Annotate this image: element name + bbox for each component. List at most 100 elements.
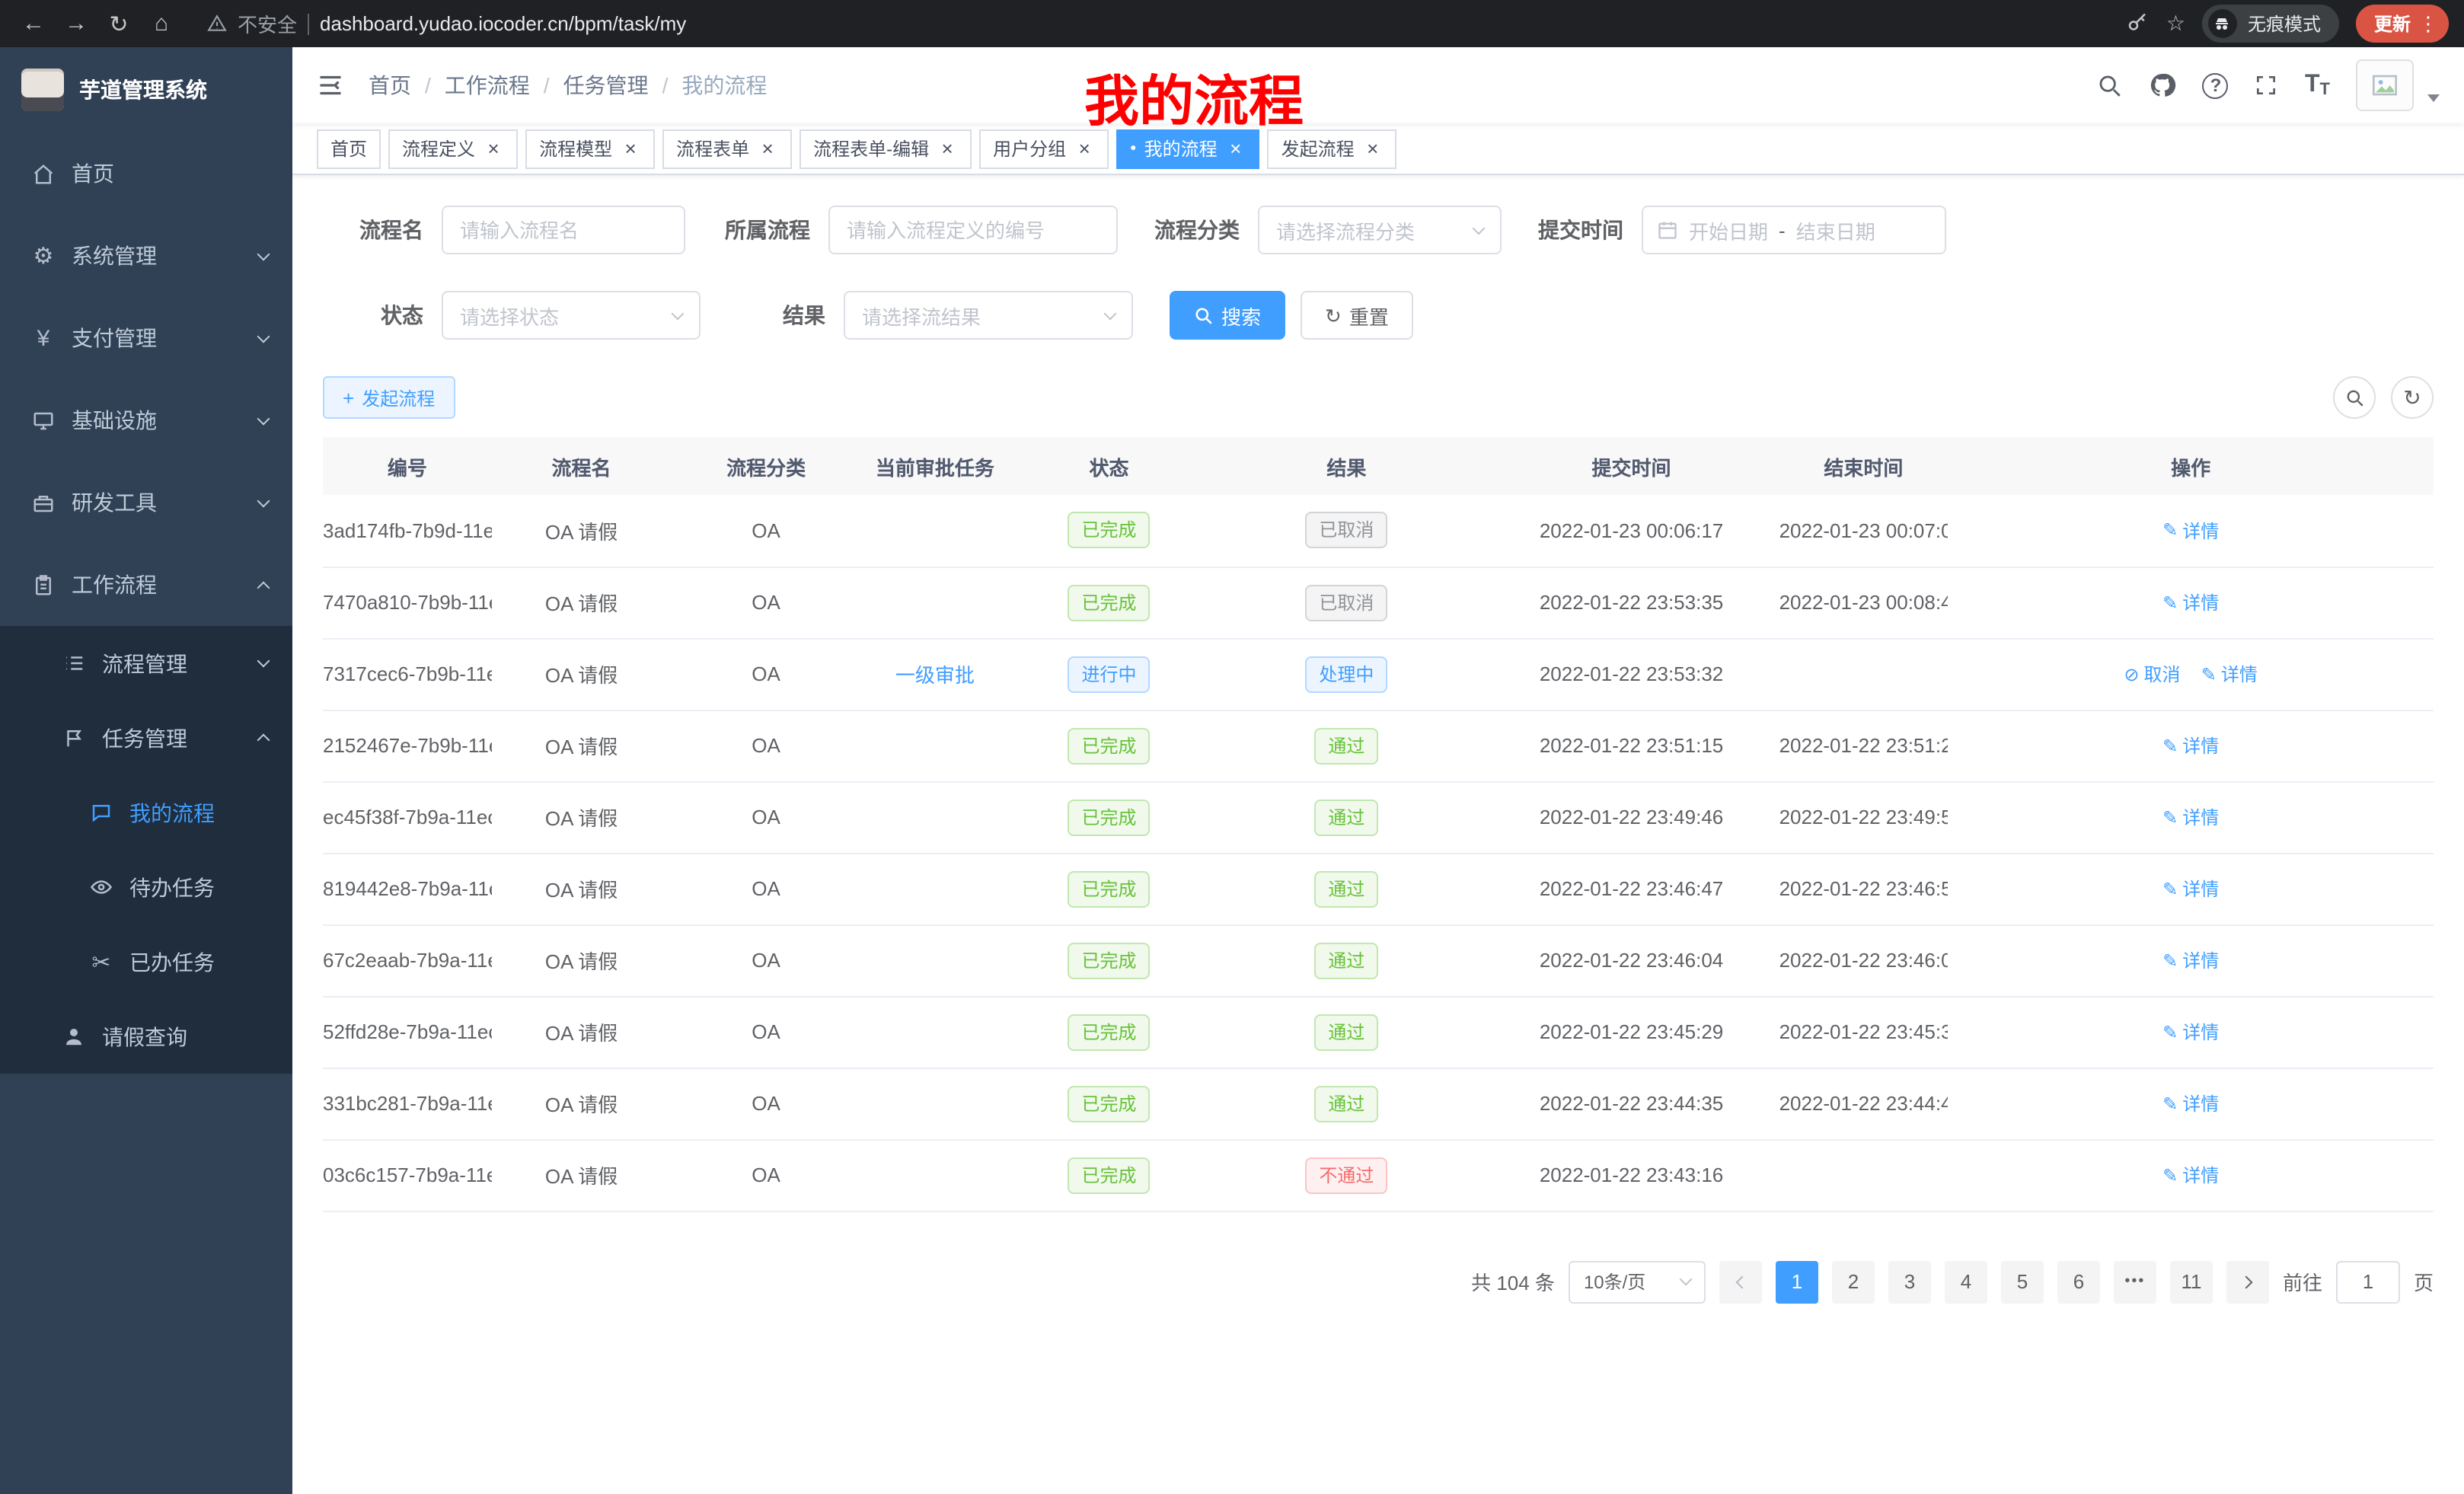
status-select[interactable]: 请选择状态 [442, 291, 701, 340]
sidebar-item-payment[interactable]: ¥ 支付管理 [0, 297, 292, 379]
sidebar-item-home[interactable]: 首页 [0, 132, 292, 215]
browser-forward-icon[interactable]: → [58, 5, 94, 42]
tab[interactable]: 流程定义 × [388, 129, 518, 168]
sidebar-item-system[interactable]: ⚙ 系统管理 [0, 215, 292, 297]
bookmark-star-icon[interactable]: ☆ [2166, 11, 2185, 37]
current-task-link[interactable]: 一级审批 [895, 664, 975, 687]
detail-link[interactable]: ✎ 详情 [2162, 804, 2219, 830]
fullscreen-icon[interactable] [2255, 73, 2279, 97]
page-button[interactable]: 6 [2057, 1260, 2100, 1303]
browser-menu-icon[interactable]: ⋮ [2418, 11, 2438, 36]
sidebar-item-my-processes[interactable]: 我的流程 [0, 775, 292, 850]
breadcrumb-item[interactable]: 首页 [369, 70, 411, 101]
tab-close-icon[interactable]: × [937, 138, 958, 159]
browser-reload-icon[interactable]: ↻ [101, 5, 137, 42]
page-button[interactable]: 1 [1776, 1260, 1818, 1303]
start-date-placeholder[interactable]: 开始日期 [1689, 215, 1768, 244]
search-button[interactable]: 搜索 [1170, 291, 1285, 340]
refresh-icon: ↻ [1325, 305, 1342, 325]
cell-process-name: OA 请假 [492, 1139, 672, 1211]
edit-icon: ✎ [2162, 593, 2178, 611]
sidebar-item-done-tasks[interactable]: ✂ 已办任务 [0, 924, 292, 999]
font-size-icon[interactable]: TT [2305, 72, 2330, 99]
breadcrumb-item[interactable]: 我的流程 [649, 70, 768, 101]
sidebar-item-task-management[interactable]: 任务管理 [0, 701, 292, 775]
next-page-button[interactable] [2226, 1260, 2269, 1303]
owning-process-input[interactable] [828, 206, 1118, 254]
reset-button[interactable]: ↻ 重置 [1301, 291, 1413, 340]
tab[interactable]: 流程表单-编辑 × [800, 129, 972, 168]
tab[interactable]: 流程表单 × [662, 129, 792, 168]
help-icon[interactable]: ? [2203, 72, 2229, 98]
sidebar-item-devtools[interactable]: 研发工具 [0, 461, 292, 544]
browser-update-button[interactable]: 更新 ⋮ [2356, 5, 2449, 43]
tab-close-icon[interactable]: × [1225, 138, 1246, 159]
avatar[interactable] [2356, 59, 2414, 111]
process-name-input[interactable] [442, 206, 685, 254]
incognito-badge[interactable]: 无痕模式 [2202, 5, 2339, 43]
category-select[interactable]: 请选择流程分类 [1258, 206, 1502, 254]
sidebar-item-todo-tasks[interactable]: 待办任务 [0, 850, 292, 924]
prev-page-button[interactable] [1719, 1260, 1762, 1303]
detail-link[interactable]: ✎ 详情 [2162, 1162, 2219, 1188]
detail-link[interactable]: ✎ 详情 [2162, 733, 2219, 758]
breadcrumb-item[interactable]: 工作流程 [411, 70, 530, 101]
chevron-down-icon [1104, 307, 1117, 320]
sidebar-item-leave-query[interactable]: 请假查询 [0, 999, 292, 1074]
cell-process-name: OA 请假 [492, 638, 672, 710]
goto-page-input[interactable] [2336, 1260, 2400, 1303]
submit-time-label: 提交时间 [1538, 215, 1623, 245]
page-button[interactable]: 5 [2001, 1260, 2044, 1303]
detail-link[interactable]: ✎ 详情 [2162, 518, 2219, 544]
sidebar-item-infrastructure[interactable]: 基础设施 [0, 379, 292, 461]
status-badge: 已完成 [1068, 584, 1150, 621]
page-size-select[interactable]: 10条/页 [1569, 1260, 1706, 1303]
browser-home-icon[interactable]: ⌂ [143, 5, 180, 42]
page-button[interactable]: ••• [2114, 1260, 2156, 1303]
result-badge: 已取消 [1305, 584, 1387, 621]
cell-actions: ⊘ ✎ 详情 [1948, 1139, 2434, 1211]
end-date-placeholder[interactable]: 结束日期 [1796, 215, 1875, 244]
status-badge: 已完成 [1068, 1085, 1150, 1122]
cancel-link[interactable]: ⊘ 取消 [2124, 661, 2180, 687]
page-button[interactable]: 4 [1945, 1260, 1987, 1303]
tab-label: 流程模型 [539, 136, 612, 161]
sidebar-toggle-icon[interactable] [317, 72, 344, 99]
sidebar-item-workflow[interactable]: 工作流程 [0, 544, 292, 626]
page-button[interactable]: 2 [1832, 1260, 1875, 1303]
detail-link[interactable]: ✎ 详情 [2162, 589, 2219, 615]
page-button[interactable]: 11 [2170, 1260, 2213, 1303]
sidebar-item-process-management[interactable]: 流程管理 [0, 626, 292, 701]
tab-close-icon[interactable]: × [483, 138, 504, 159]
toggle-search-icon[interactable] [2333, 376, 2376, 419]
cell-process-id: ec45f38f-7b9a-11ec-b03b-acde48001122 [323, 781, 492, 853]
cell-process-name: OA 请假 [492, 567, 672, 638]
key-extension-icon[interactable] [2127, 12, 2150, 35]
caret-down-icon[interactable] [2427, 94, 2440, 102]
result-select[interactable]: 请选择流结果 [844, 291, 1133, 340]
detail-link[interactable]: ✎ 详情 [2201, 661, 2258, 687]
tab[interactable]: 首页 [317, 129, 381, 168]
tab-close-icon[interactable]: × [757, 138, 778, 159]
tab-close-icon[interactable]: × [620, 138, 641, 159]
page-button[interactable]: 3 [1888, 1260, 1931, 1303]
address-bar[interactable]: 不安全 dashboard.yudao.iocoder.cn/bpm/task/… [207, 9, 2127, 38]
detail-link[interactable]: ✎ 详情 [2162, 1090, 2219, 1116]
browser-back-icon[interactable]: ← [15, 5, 52, 42]
chevron-down-icon [1473, 222, 1486, 235]
detail-link[interactable]: ✎ 详情 [2162, 876, 2219, 902]
tab-close-icon[interactable]: × [1074, 138, 1095, 159]
search-icon[interactable] [2098, 72, 2124, 98]
create-process-button[interactable]: + 发起流程 [323, 376, 455, 419]
tab-close-icon[interactable]: × [1362, 138, 1384, 159]
tab[interactable]: 流程模型 × [525, 129, 655, 168]
detail-link[interactable]: ✎ 详情 [2162, 947, 2219, 973]
status-badge: 已完成 [1068, 727, 1150, 764]
breadcrumb-item[interactable]: 任务管理 [530, 70, 649, 101]
date-range-picker[interactable]: 开始日期 - 结束日期 [1642, 206, 1946, 254]
refresh-table-icon[interactable]: ↻ [2391, 376, 2434, 419]
cell-submit-time: 2022-01-22 23:44:35 [1484, 1068, 1779, 1139]
github-icon[interactable] [2150, 72, 2177, 99]
app-title: 芋道管理系统 [79, 75, 207, 105]
detail-link[interactable]: ✎ 详情 [2162, 1019, 2219, 1045]
